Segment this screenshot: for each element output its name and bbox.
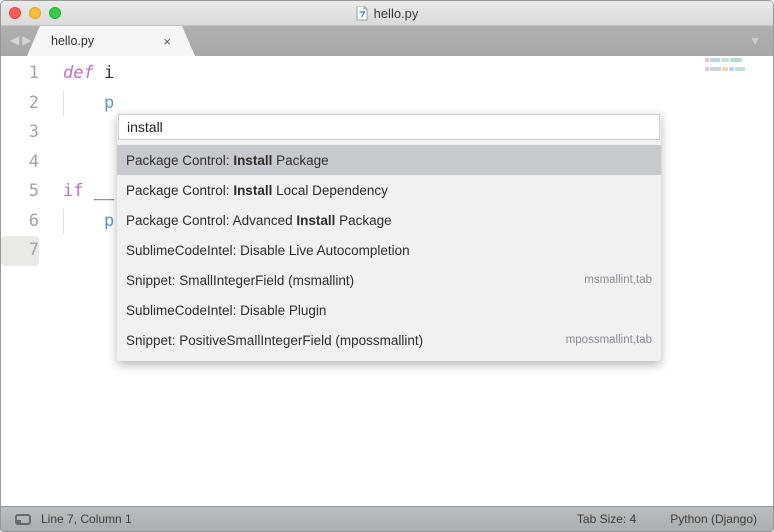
tab-label: hello.py <box>51 34 94 48</box>
palette-item[interactable]: Package Control: Install Local Dependenc… <box>117 175 661 205</box>
tab-close-icon[interactable]: × <box>163 35 171 48</box>
cursor-position: Line 7, Column 1 <box>41 512 132 526</box>
palette-item[interactable]: Snippet: PositiveSmallIntegerField (mpos… <box>117 325 661 355</box>
gutter: 1234567 <box>1 56 56 508</box>
syntax-indicator[interactable]: Python (Django) <box>670 512 757 526</box>
status-panel-icon[interactable] <box>15 514 31 525</box>
line-number: 2 <box>1 89 39 119</box>
document-icon <box>356 6 368 21</box>
line-number: 1 <box>1 59 39 89</box>
title-bar[interactable]: hello.py <box>1 1 773 26</box>
window-title: hello.py <box>374 6 419 21</box>
nav-forward-icon[interactable]: ▶ <box>22 34 31 46</box>
tab-hello-py[interactable]: hello.py × <box>27 26 195 56</box>
traffic-lights <box>9 7 61 19</box>
command-palette: Package Control: Install PackagePackage … <box>117 113 661 361</box>
palette-list: Package Control: Install PackagePackage … <box>117 145 661 355</box>
status-bar: Line 7, Column 1 Tab Size: 4 Python (Dja… <box>1 506 773 531</box>
zoom-window-button[interactable] <box>49 7 61 19</box>
tab-overflow-icon[interactable]: ▼ <box>749 35 761 47</box>
nav-back-icon[interactable]: ◀ <box>10 34 19 46</box>
snippet-trigger: mpossmallint,tab <box>566 334 652 346</box>
line-number: 3 <box>1 118 39 148</box>
tab-size-indicator[interactable]: Tab Size: 4 <box>577 512 636 526</box>
code-line[interactable]: def i <box>63 59 773 89</box>
line-number: 6 <box>1 207 39 237</box>
editor-area[interactable]: 1234567 def i pif __ pr Package Control:… <box>1 56 773 508</box>
palette-item[interactable]: Package Control: Advanced Install Packag… <box>117 205 661 235</box>
close-window-button[interactable] <box>9 7 21 19</box>
line-number: 5 <box>1 177 39 207</box>
palette-item[interactable]: Package Control: Install Package <box>117 145 661 175</box>
palette-item[interactable]: SublimeCodeIntel: Disable Plugin <box>117 295 661 325</box>
line-number: 7 <box>1 236 39 266</box>
title-group: hello.py <box>1 1 773 25</box>
snippet-trigger: msmallint,tab <box>584 274 652 286</box>
tab-nav-arrows: ◀ ▶ <box>10 34 31 46</box>
minimize-window-button[interactable] <box>29 7 41 19</box>
minimap[interactable] <box>705 58 757 76</box>
tab-bar: ◀ ▶ hello.py × ▼ <box>1 26 773 56</box>
sublime-text-window: hello.py ◀ ▶ hello.py × ▼ 1234567 def i … <box>0 0 774 532</box>
command-palette-input[interactable] <box>118 114 660 140</box>
palette-item[interactable]: SublimeCodeIntel: Disable Live Autocompl… <box>117 235 661 265</box>
palette-item[interactable]: Snippet: SmallIntegerField (msmallint)ms… <box>117 265 661 295</box>
line-number: 4 <box>1 148 39 178</box>
status-right: Tab Size: 4 Python (Django) <box>577 512 759 526</box>
